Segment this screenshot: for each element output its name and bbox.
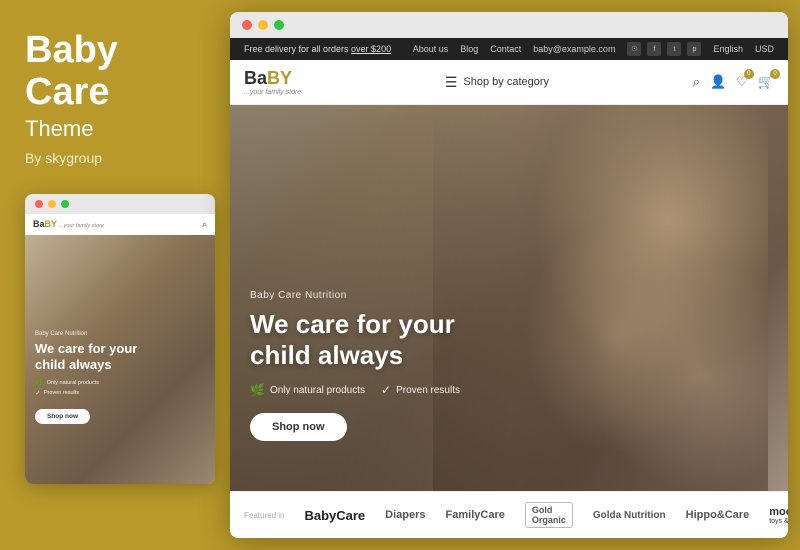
email-link[interactable]: baby@example.com (533, 44, 615, 54)
mini-dot-yellow (48, 200, 56, 208)
pinterest-icon[interactable]: p (687, 42, 701, 56)
brand-by: By skygroup (25, 150, 102, 166)
mini-browser-bar (25, 194, 215, 214)
brand-familycare: FamilyCare (446, 509, 505, 521)
search-icon[interactable]: ⌕ (693, 74, 700, 90)
nav-logo-tagline: ...your family store (244, 89, 301, 96)
natural-icon: 🌿 (250, 383, 265, 397)
blog-link[interactable]: Blog (460, 44, 478, 54)
left-panel: Baby Care Theme By skygroup BaBY ...your… (0, 0, 230, 550)
brand-subtitle: Theme (25, 116, 93, 142)
nav-category-menu[interactable]: ☰ Shop by category (445, 74, 549, 91)
nav-logo-mark: BaBY ...your family store (244, 68, 301, 96)
instagram-icon[interactable]: ☉ (627, 42, 641, 56)
shop-category-label[interactable]: Shop by category (463, 76, 549, 88)
about-us-link[interactable]: About us (413, 44, 449, 54)
mini-hero-content: Baby Care Nutrition We care for your chi… (35, 331, 137, 423)
hero-section: Baby Care Nutrition We care for your chi… (230, 105, 788, 491)
browser-content: Free delivery for all orders over $200 A… (230, 38, 788, 538)
mini-content: BaBY ...your family store ⌕ Baby Care Nu… (25, 214, 215, 484)
twitter-icon[interactable]: t (667, 42, 681, 56)
mini-proven-icon: ✓ (35, 389, 41, 397)
facebook-icon[interactable]: f (647, 42, 661, 56)
hero-category-label: Baby Care Nutrition (250, 290, 460, 301)
cart-icon[interactable]: 🛒 0 (758, 74, 774, 90)
hero-badges: 🌿 Only natural products ✓ Proven results (250, 383, 460, 397)
promo-highlight: over $200 (351, 44, 391, 54)
brand-diapers: Diapers (385, 509, 425, 521)
nav-logo: BaBY ...your family store (244, 68, 301, 96)
hamburger-icon[interactable]: ☰ (445, 74, 458, 91)
mini-shop-button[interactable]: Shop now (35, 409, 90, 424)
nav-action-icons: ⌕ 👤 ♡ 0 🛒 0 (693, 74, 774, 90)
wishlist-icon[interactable]: ♡ 0 (736, 74, 748, 90)
brand-title: Baby Care (25, 30, 118, 114)
main-browser: Free delivery for all orders over $200 A… (230, 12, 788, 538)
browser-dot-yellow (258, 20, 268, 30)
mini-badges: 🌿 Only natural products ✓ Proven results (35, 379, 137, 397)
mini-badge-proven: ✓ Proven results (35, 389, 137, 397)
mini-dot-green (61, 200, 69, 208)
mini-hero-title: We care for your child always (35, 341, 137, 372)
nav-logo-text: BaBY (244, 68, 301, 89)
hero-badge-proven: ✓ Proven results (381, 383, 460, 397)
brand-golda: Golda Nutrition (593, 510, 666, 521)
mini-search-icon: ⌕ (202, 219, 207, 230)
currency-selector[interactable]: USD (755, 44, 774, 54)
mini-tagline: ...your family store (59, 223, 104, 229)
mini-logo: BaBY ...your family store (33, 219, 104, 229)
hero-content: Baby Care Nutrition We care for your chi… (250, 290, 460, 441)
top-bar-right: About us Blog Contact baby@example.com ☉… (413, 42, 774, 56)
brand-line2: Care (25, 71, 110, 113)
brand-line1: Baby (25, 29, 118, 71)
browser-chrome-bar (230, 12, 788, 38)
featured-label: Featured in (244, 511, 284, 520)
hero-shop-button[interactable]: Shop now (250, 413, 347, 441)
social-icons: ☉ f t p (627, 42, 701, 56)
cart-badge: 0 (770, 69, 780, 79)
brand-babycare: BabyCare (304, 508, 365, 523)
mini-dot-red (35, 200, 43, 208)
mini-natural-icon: 🌿 (35, 379, 44, 387)
promo-text: Free delivery for all orders over $200 (244, 44, 391, 54)
user-icon[interactable]: 👤 (710, 74, 726, 90)
browser-dot-red (242, 20, 252, 30)
brand-hippo: Hippo&Care (686, 509, 750, 521)
main-navigation: BaBY ...your family store ☰ Shop by cate… (230, 60, 788, 105)
announcement-bar: Free delivery for all orders over $200 A… (230, 38, 788, 60)
mini-category-label: Baby Care Nutrition (35, 331, 137, 337)
brand-gold-organic: GoldOrganic (525, 502, 573, 528)
brands-bar: Featured in BabyCare Diapers FamilyCare … (230, 491, 788, 538)
proven-icon: ✓ (381, 383, 391, 397)
wishlist-badge: 0 (744, 69, 754, 79)
mini-badge-natural: 🌿 Only natural products (35, 379, 137, 387)
brand-moomy: moomytoys & supplies (769, 506, 788, 525)
hero-title: We care for your child always (250, 309, 460, 371)
language-selector[interactable]: English (713, 44, 743, 54)
hero-badge-natural: 🌿 Only natural products (250, 383, 365, 397)
browser-dot-green (274, 20, 284, 30)
contact-link[interactable]: Contact (490, 44, 521, 54)
mini-logo-text: BaBY (33, 219, 57, 229)
mini-nav: BaBY ...your family store ⌕ (25, 214, 215, 235)
mini-browser-preview: BaBY ...your family store ⌕ Baby Care Nu… (25, 194, 215, 484)
